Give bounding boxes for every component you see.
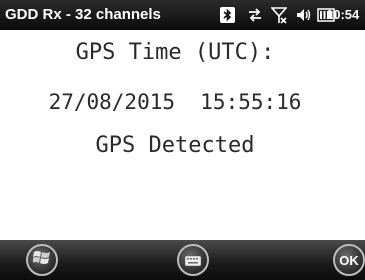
data-connection-icon[interactable] [247, 7, 263, 23]
soft-key-bar: OK [0, 240, 365, 280]
gps-time-label: GPS Time (UTC): [75, 40, 275, 65]
ok-button[interactable]: OK [333, 244, 365, 276]
clock[interactable]: 10:54 [326, 0, 359, 30]
app-title: GDD Rx - 32 channels [5, 6, 161, 23]
gps-datetime: 27/08/2015 15:55:16 [48, 90, 302, 114]
volume-icon[interactable] [295, 7, 311, 23]
windows-start-button[interactable] [26, 244, 58, 276]
windows-start-icon [32, 250, 51, 270]
title-bar: GDD Rx - 32 channels 10:54 [0, 0, 365, 30]
bluetooth-icon[interactable] [220, 7, 235, 23]
gps-status: GPS Detected [95, 133, 255, 158]
ok-label: OK [339, 252, 359, 268]
keyboard-button[interactable] [177, 244, 209, 276]
keyboard-icon [185, 251, 201, 270]
no-signal-icon[interactable] [271, 6, 287, 24]
status-icons [220, 0, 337, 30]
main-content: GPS Time (UTC): 27/08/2015 15:55:16 GPS … [0, 30, 365, 240]
